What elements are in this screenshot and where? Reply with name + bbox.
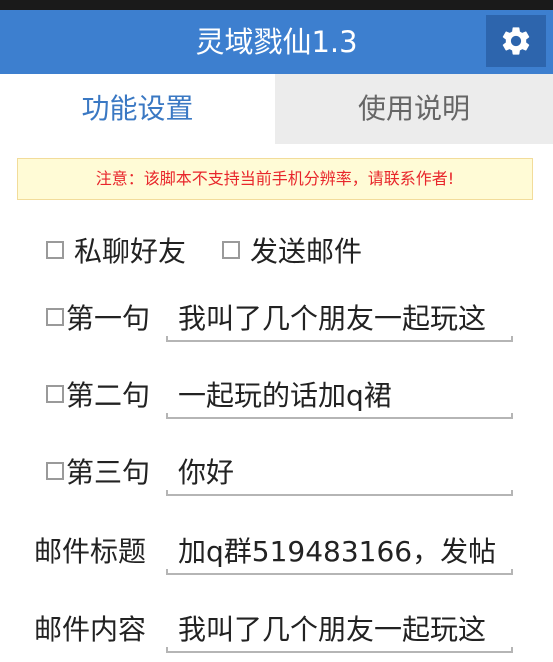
sentence-1-input[interactable]	[178, 294, 508, 340]
mail-content-label: 邮件内容	[34, 613, 147, 646]
send-mail-label: 发送邮件	[250, 235, 363, 268]
sentence-2-label: 第二句	[66, 379, 151, 412]
tab-function-settings[interactable]: 功能设置	[0, 74, 275, 144]
send-mail-checkbox[interactable]	[222, 241, 240, 259]
gear-icon	[502, 27, 530, 55]
tab-bar: 功能设置 使用说明	[0, 74, 553, 144]
private-chat-option[interactable]: 私聊好友	[46, 230, 186, 270]
mail-title-row: 邮件标题	[34, 530, 146, 570]
mail-content-underline	[166, 647, 513, 653]
private-chat-checkbox[interactable]	[46, 241, 64, 259]
sentence-1-underline	[166, 336, 513, 342]
status-bar	[0, 0, 553, 10]
sentence-1-checkbox[interactable]	[46, 308, 64, 326]
sentence-2-input[interactable]	[178, 371, 508, 417]
sentence-3-input[interactable]	[178, 448, 508, 494]
mail-title-underline	[166, 569, 513, 575]
mail-title-field[interactable]	[166, 527, 513, 577]
app-title: 灵域戮仙1.3	[195, 25, 358, 59]
mail-content-row: 邮件内容	[34, 608, 146, 648]
tab-usage-instructions[interactable]: 使用说明	[275, 74, 553, 144]
warning-notice: 注意：该脚本不支持当前手机分辨率，请联系作者!	[17, 158, 533, 200]
mail-content-field[interactable]	[166, 605, 513, 655]
settings-button[interactable]	[486, 15, 546, 67]
sentence-2-row: 第二句	[46, 374, 150, 414]
title-bar: 灵域戮仙1.3	[0, 10, 553, 74]
sentence-2-field[interactable]	[166, 371, 513, 421]
sentence-3-underline	[166, 490, 513, 496]
mail-title-input[interactable]	[178, 527, 508, 573]
mail-title-label: 邮件标题	[34, 535, 147, 568]
sentence-1-label: 第一句	[66, 302, 151, 335]
sentence-1-field[interactable]	[166, 294, 513, 344]
send-mail-option[interactable]: 发送邮件	[222, 230, 362, 270]
sentence-2-checkbox[interactable]	[46, 385, 64, 403]
private-chat-label: 私聊好友	[74, 235, 187, 268]
sentence-3-label: 第三句	[66, 456, 151, 489]
sentence-3-row: 第三句	[46, 451, 150, 491]
sentence-1-row: 第一句	[46, 297, 150, 337]
mail-content-input[interactable]	[178, 605, 508, 651]
sentence-2-underline	[166, 413, 513, 419]
sentence-3-field[interactable]	[166, 448, 513, 498]
sentence-3-checkbox[interactable]	[46, 462, 64, 480]
